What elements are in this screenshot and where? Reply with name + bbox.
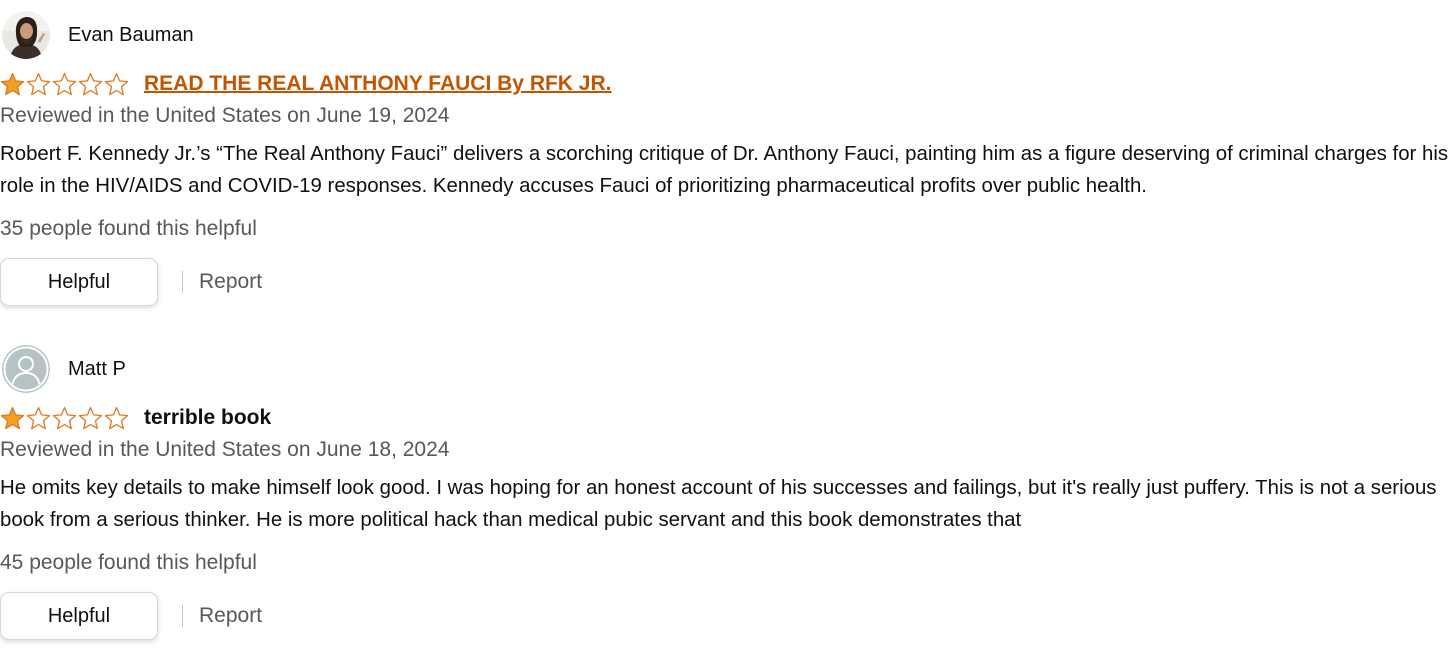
star-filled-icon — [0, 406, 25, 429]
action-divider — [182, 271, 183, 293]
reviewer-avatar-photo[interactable] — [2, 11, 50, 59]
reviewer-profile[interactable]: Evan Bauman — [2, 10, 194, 60]
report-link[interactable]: Report — [199, 270, 262, 294]
review-date: Reviewed in the United States on June 19… — [0, 104, 450, 127]
review-date: Reviewed in the United States on June 18… — [0, 438, 450, 461]
review-body: Robert F. Kennedy Jr.’s “The Real Anthon… — [0, 143, 1449, 197]
star-rating[interactable] — [0, 70, 130, 98]
star-empty-icon — [78, 406, 103, 429]
report-link[interactable]: Report — [199, 604, 262, 628]
reviewer-name[interactable]: Evan Bauman — [68, 23, 194, 47]
review-body: He omits key details to make himself loo… — [0, 477, 1437, 531]
review-title: terrible book — [144, 406, 272, 429]
star-empty-icon — [52, 406, 77, 429]
reviewer-profile[interactable]: Matt P — [2, 344, 126, 394]
review-actions: Helpful Report — [0, 258, 262, 306]
star-rating[interactable] — [0, 404, 130, 432]
star-empty-icon — [52, 72, 77, 95]
star-empty-icon — [104, 72, 129, 95]
star-filled-icon — [0, 72, 25, 95]
star-empty-icon — [26, 72, 51, 95]
action-divider — [182, 605, 183, 627]
helpful-button[interactable]: Helpful — [0, 258, 158, 306]
star-empty-icon — [104, 406, 129, 429]
star-empty-icon — [26, 406, 51, 429]
helpful-count: 35 people found this helpful — [0, 217, 257, 240]
rating-row: terrible book — [0, 402, 271, 434]
default-avatar-icon[interactable] — [2, 345, 50, 393]
review-title-link[interactable]: READ THE REAL ANTHONY FAUCI By RFK JR. — [144, 70, 612, 98]
star-empty-icon — [78, 72, 103, 95]
reviewer-name[interactable]: Matt P — [68, 357, 126, 381]
helpful-count: 45 people found this helpful — [0, 551, 257, 574]
helpful-button[interactable]: Helpful — [0, 592, 158, 640]
review-actions: Helpful Report — [0, 592, 262, 640]
rating-row: READ THE REAL ANTHONY FAUCI By RFK JR. — [0, 68, 612, 100]
